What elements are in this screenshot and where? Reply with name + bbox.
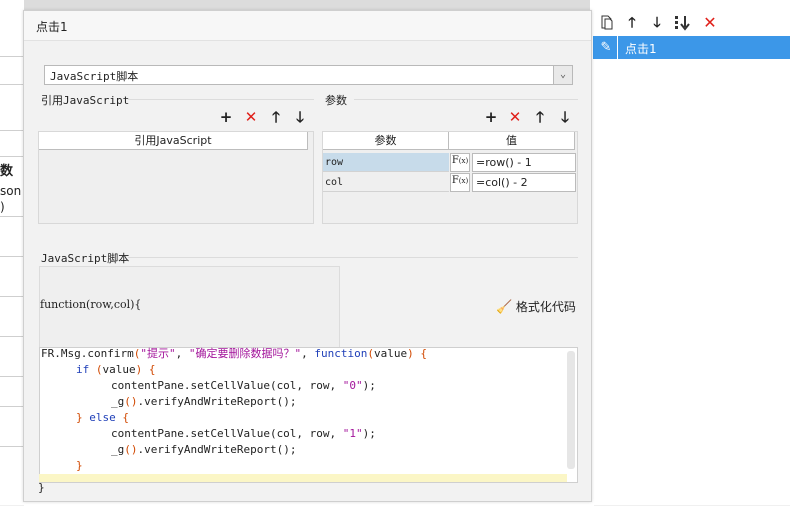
event-dialog: 点击1 JavaScript脚本 ⌄ 引用JavaScript + ✕ 🡑 🡓 … [23,10,592,502]
ref-move-down-button[interactable]: 🡓 [291,108,309,126]
code-line-7: _g().verifyAndWriteReport(); [111,443,297,456]
chevron-down-icon[interactable]: ⌄ [553,66,572,84]
editor-scrollbar[interactable] [567,351,575,469]
sort-button[interactable] [673,14,691,32]
grid-line [0,406,24,407]
move-up-button[interactable]: 🡑 [623,14,641,32]
background-cell: ) [0,200,5,214]
param-name-cell[interactable]: row [323,153,449,172]
broom-icon: 🧹 [496,300,513,315]
pencil-icon: ✎ [600,40,612,55]
dialog-title: 点击1 [36,20,68,34]
param-add-button[interactable]: + [482,108,500,126]
close-icon: ✕ [244,108,258,126]
code-line-8: } [76,459,83,472]
script-section-label: JavaScript脚本 [41,252,130,265]
plus-icon: + [484,108,498,126]
background-cell: son [0,184,22,198]
formula-button[interactable]: F(x) [450,173,470,192]
arrow-down-icon: 🡓 [296,108,304,126]
closing-brace: } [38,481,45,494]
params-table: 参数 值 row F(x) =row() - 1 col F(x) =col()… [322,131,578,224]
param-name-header[interactable]: 参数 [323,132,449,150]
code-line-1: FR.Msg.confirm("提示", "确定要删除数据吗？", functi… [41,347,427,360]
grid-line [0,56,24,57]
copy-icon [601,15,613,30]
param-value-header[interactable]: 值 [449,132,575,150]
close-icon: ✕ [703,13,717,32]
grid-line [0,256,24,257]
move-down-button[interactable]: 🡓 [648,14,666,32]
arrow-up-icon: 🡑 [536,108,544,126]
event-item-label: 点击1 [625,42,657,56]
section-divider [128,99,314,100]
select-value: JavaScript脚本 [50,70,139,83]
background-cell: 数 [0,164,14,179]
code-line-2: if (value) { [76,363,156,376]
dialog-titlebar: 点击1 [24,11,591,41]
signature-box: function(row,col){ [39,266,340,349]
event-list-item[interactable]: ✎ 点击1 [593,36,790,59]
section-divider [354,99,578,100]
code-line-3: contentPane.setCellValue(col, row, "0"); [111,379,376,392]
table-row[interactable]: row F(x) =row() - 1 [323,153,577,172]
arrow-up-icon: 🡑 [628,15,636,31]
background-sheet-strip: 数 son ) [0,0,25,505]
grid-line [0,156,24,157]
current-line-highlight [39,474,567,482]
ref-js-table[interactable]: 引用JavaScript [38,131,314,224]
grid-line [0,336,24,337]
code-line-6: contentPane.setCellValue(col, row, "1"); [111,427,376,440]
code-line-4: _g().verifyAndWriteReport(); [111,395,297,408]
grid-line [0,376,24,377]
param-name-cell[interactable]: col [323,173,449,192]
param-value-cell[interactable]: =col() - 2 [472,173,576,192]
ref-move-up-button[interactable]: 🡑 [267,108,285,126]
delete-event-button[interactable]: ✕ [701,14,719,32]
function-signature: function(row,col){ [40,298,142,311]
param-delete-button[interactable]: ✕ [506,108,524,126]
grid-line [0,296,24,297]
grid-line [0,216,24,217]
script-type-select[interactable]: JavaScript脚本 ⌄ [44,65,573,85]
grid-line [0,84,24,85]
section-divider [128,257,578,258]
format-code-label: 格式化代码 [515,300,576,314]
format-code-button[interactable]: 🧹 格式化代码 [496,298,576,316]
arrow-up-icon: 🡑 [272,108,280,126]
divider [617,36,618,59]
grid-line [0,130,24,131]
params-section-label: 参数 [325,94,347,107]
sort-down-icon [675,16,690,31]
arrow-down-icon: 🡓 [561,108,569,126]
close-icon: ✕ [508,108,522,126]
dialog-body: JavaScript脚本 ⌄ 引用JavaScript + ✕ 🡑 🡓 引用Ja… [24,41,591,501]
param-value-cell[interactable]: =row() - 1 [472,153,576,172]
event-list-panel: 🡑 🡓 ✕ ✎ 点击1 [590,0,790,505]
ref-js-section-label: 引用JavaScript [41,94,130,107]
code-editor[interactable]: FR.Msg.confirm("提示", "确定要删除数据吗？", functi… [39,347,578,483]
param-move-down-button[interactable]: 🡓 [556,108,574,126]
ref-delete-button[interactable]: ✕ [242,108,260,126]
code-line-5: } else { [76,411,129,424]
formula-icon: F(x) [451,175,469,186]
add-event-button[interactable] [598,14,616,32]
ref-js-column-header[interactable]: 引用JavaScript [39,132,308,150]
arrow-down-icon: 🡓 [653,15,661,31]
table-row[interactable]: col F(x) =col() - 2 [323,173,577,192]
formula-icon: F(x) [451,155,469,166]
ref-add-button[interactable]: + [217,108,235,126]
param-move-up-button[interactable]: 🡑 [531,108,549,126]
grid-line [0,446,24,447]
formula-button[interactable]: F(x) [450,153,470,172]
plus-icon: + [219,108,233,126]
